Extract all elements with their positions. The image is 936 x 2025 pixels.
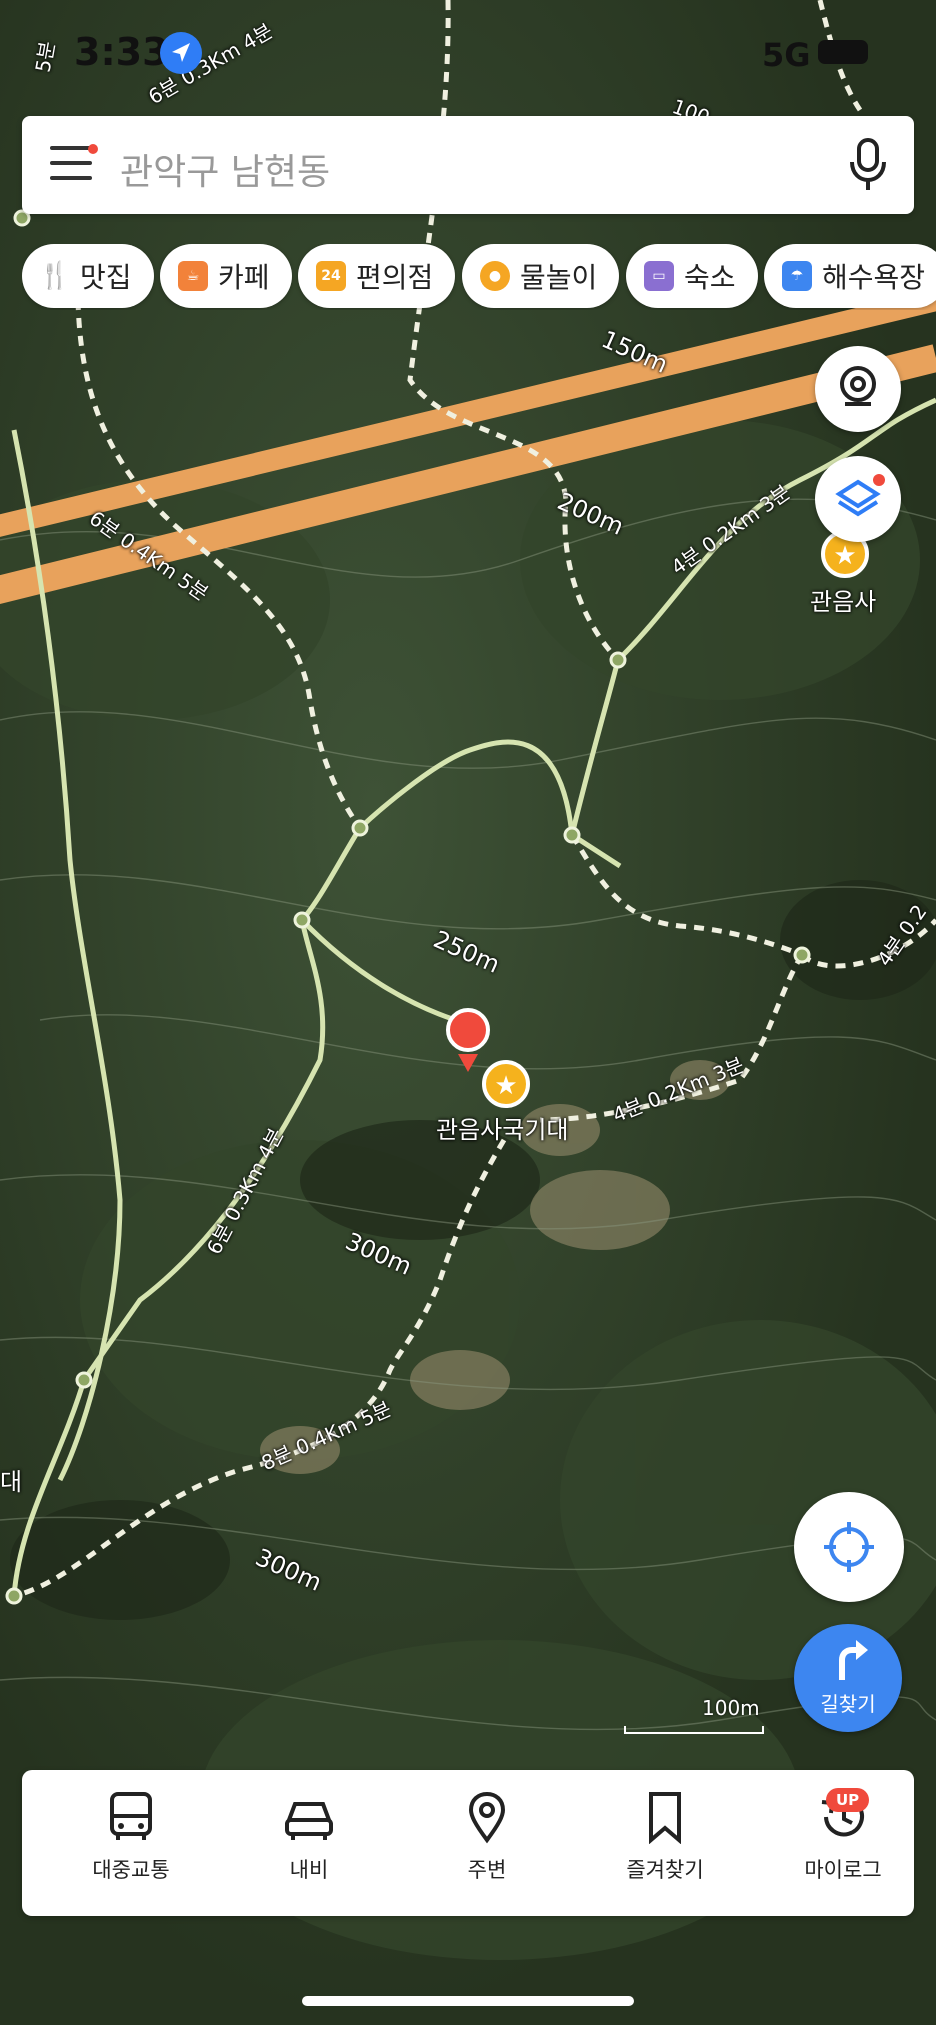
update-badge: UP <box>826 1788 870 1812</box>
car-icon <box>285 1802 333 1840</box>
water-play-icon: ● <box>480 261 510 291</box>
place-label-flag-site[interactable]: 관음사국기대 <box>436 1110 568 1145</box>
bed-icon: ▭ <box>644 261 674 291</box>
nav-nearby[interactable]: 주변 <box>412 1790 562 1884</box>
search-input[interactable]: 관악구 남현동 <box>120 143 330 195</box>
svg-text:★: ★ <box>833 541 856 571</box>
category-chips: 🍴 맛집 ☕ 카페 24 편의점 ● 물놀이 ▭ 숙소 ☂ 해수욕장 <box>22 244 936 310</box>
current-location-button[interactable] <box>794 1492 904 1602</box>
crosshair-icon <box>824 1522 874 1572</box>
network-label: 5G <box>762 36 811 74</box>
scale-label: 100m <box>702 1696 760 1720</box>
battery-icon <box>818 40 868 64</box>
layers-button[interactable] <box>815 456 901 542</box>
status-time: 3:33 <box>74 30 169 74</box>
status-bar: 3:33 5G <box>0 0 936 105</box>
nav-navigation[interactable]: 내비 <box>234 1790 384 1884</box>
nav-public-transit[interactable]: 대중교통 <box>56 1790 206 1884</box>
chip-water-play[interactable]: ● 물놀이 <box>462 244 620 308</box>
chip-restaurant[interactable]: 🍴 맛집 <box>22 244 154 308</box>
chip-convenience-store[interactable]: 24 편의점 <box>298 244 456 308</box>
beach-umbrella-icon: ☂ <box>782 261 812 291</box>
bottom-nav: 대중교통 내비 주변 즐겨찾기 마이로그 <box>22 1770 914 1916</box>
directions-button[interactable]: 길찾기 <box>794 1624 902 1732</box>
cctv-button[interactable] <box>815 346 901 432</box>
location-pin-icon <box>468 1791 506 1844</box>
bookmark-icon <box>649 1792 681 1844</box>
menu-icon[interactable] <box>50 146 92 182</box>
edge-label: 대 <box>0 1468 23 1496</box>
search-bar[interactable]: 관악구 남현동 <box>22 116 914 214</box>
scale-line <box>624 1726 764 1734</box>
notification-dot <box>88 144 98 154</box>
home-indicator[interactable] <box>302 1996 634 2006</box>
microphone-icon[interactable] <box>844 136 892 194</box>
chip-lodging[interactable]: ▭ 숙소 <box>626 244 758 308</box>
location-arrow-icon <box>160 32 202 74</box>
place-label-temple[interactable]: 관음사 <box>810 582 876 617</box>
nav-favorites[interactable]: 즐겨찾기 <box>590 1790 740 1884</box>
cctv-icon <box>840 366 876 406</box>
directions-label: 길찾기 <box>820 1692 876 1716</box>
coffee-icon: ☕ <box>178 261 208 291</box>
convenience-store-icon: 24 <box>316 261 346 291</box>
svg-text:★: ★ <box>494 1071 517 1101</box>
turn-arrow-icon <box>839 1640 868 1680</box>
bus-icon <box>110 1792 152 1840</box>
chip-beach[interactable]: ☂ 해수욕장 <box>764 244 936 308</box>
chip-cafe[interactable]: ☕ 카페 <box>160 244 292 308</box>
restaurant-icon: 🍴 <box>38 261 72 291</box>
layers-icon <box>835 474 885 517</box>
